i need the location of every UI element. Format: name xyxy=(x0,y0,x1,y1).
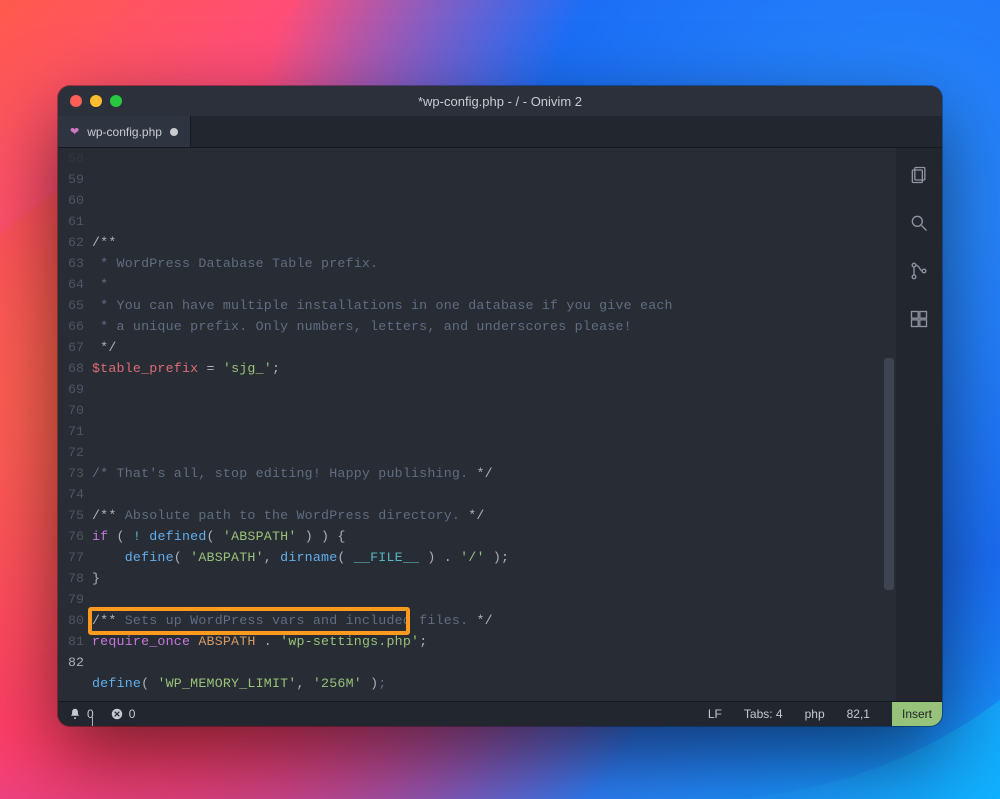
line-number: 82 xyxy=(58,652,84,673)
code-line: * You can have multiple installations in… xyxy=(92,295,882,316)
line-number: 61 xyxy=(58,211,84,232)
code-line xyxy=(92,484,882,505)
line-number: 68 xyxy=(58,358,84,379)
line-number: 80 xyxy=(58,610,84,631)
line-number: 69 xyxy=(58,379,84,400)
code-line: } xyxy=(92,568,882,589)
vertical-scrollbar[interactable] xyxy=(882,148,896,701)
minimize-icon[interactable] xyxy=(90,95,102,107)
files-icon[interactable] xyxy=(908,164,930,186)
code-line: * xyxy=(92,274,882,295)
activity-bar xyxy=(896,148,942,701)
scrollbar-thumb[interactable] xyxy=(884,358,894,590)
code-line xyxy=(92,442,882,463)
code-line: /** xyxy=(92,232,882,253)
code-line: $table_prefix = 'sjg_'; xyxy=(92,358,882,379)
line-number: 77 xyxy=(58,547,84,568)
code-line: if ( ! defined( 'ABSPATH' ) ) { xyxy=(92,526,882,547)
editor-window: *wp-config.php - / - Onivim 2 ❤ wp-confi… xyxy=(58,86,942,726)
code-line: /** Sets up WordPress vars and included … xyxy=(92,610,882,631)
code-line: */ xyxy=(92,337,882,358)
code-line: * WordPress Database Table prefix. xyxy=(92,253,882,274)
editor-body: 5859606162636465666768697071727374757677… xyxy=(58,148,942,701)
line-number: 75 xyxy=(58,505,84,526)
code-line xyxy=(92,211,882,232)
code-line xyxy=(92,652,882,673)
line-number: 63 xyxy=(58,253,84,274)
code-content[interactable]: /** * WordPress Database Table prefix. *… xyxy=(92,148,882,701)
line-number: 64 xyxy=(58,274,84,295)
zoom-icon[interactable] xyxy=(110,95,122,107)
line-number: 73 xyxy=(58,463,84,484)
traffic-lights xyxy=(70,95,122,107)
line-number: 81 xyxy=(58,631,84,652)
code-line xyxy=(92,715,882,726)
tab-label: wp-config.php xyxy=(87,125,162,139)
source-control-icon[interactable] xyxy=(908,260,930,282)
code-line: define( 'WP_MEMORY_LIMIT', '256M' ); xyxy=(92,673,882,694)
line-number: 70 xyxy=(58,400,84,421)
line-number: 79 xyxy=(58,589,84,610)
line-number: 60 xyxy=(58,190,84,211)
line-number: 74 xyxy=(58,484,84,505)
window-title: *wp-config.php - / - Onivim 2 xyxy=(58,94,942,109)
code-line xyxy=(92,694,882,715)
line-number: 71 xyxy=(58,421,84,442)
tab-wp-config[interactable]: ❤ wp-config.php xyxy=(58,116,191,147)
code-line: * a unique prefix. Only numbers, letters… xyxy=(92,316,882,337)
line-number: 58 xyxy=(58,148,84,169)
tabbar: ❤ wp-config.php xyxy=(58,116,942,148)
line-number-gutter: 5859606162636465666768697071727374757677… xyxy=(58,148,92,701)
code-line: /** Absolute path to the WordPress direc… xyxy=(92,505,882,526)
search-icon[interactable] xyxy=(908,212,930,234)
code-line xyxy=(92,379,882,400)
extensions-icon[interactable] xyxy=(908,308,930,330)
text-cursor xyxy=(92,717,93,726)
titlebar[interactable]: *wp-config.php - / - Onivim 2 xyxy=(58,86,942,116)
line-number: 67 xyxy=(58,337,84,358)
code-line: /* That's all, stop editing! Happy publi… xyxy=(92,463,882,484)
code-line: define( 'ABSPATH', dirname( __FILE__ ) .… xyxy=(92,547,882,568)
bell-icon xyxy=(68,707,82,721)
editor-area[interactable]: 5859606162636465666768697071727374757677… xyxy=(58,148,896,701)
line-number: 66 xyxy=(58,316,84,337)
php-file-icon: ❤ xyxy=(70,125,79,138)
line-number: 65 xyxy=(58,295,84,316)
notifications-button[interactable]: 0 xyxy=(68,707,94,721)
code-line xyxy=(92,589,882,610)
tab-dirty-indicator-icon xyxy=(170,128,178,136)
editor-mode[interactable]: Insert xyxy=(892,702,942,727)
line-number: 62 xyxy=(58,232,84,253)
line-number: 76 xyxy=(58,526,84,547)
line-number: 78 xyxy=(58,568,84,589)
close-icon[interactable] xyxy=(70,95,82,107)
line-number: 72 xyxy=(58,442,84,463)
line-number: 59 xyxy=(58,169,84,190)
code-line xyxy=(92,400,882,421)
code-line xyxy=(92,421,882,442)
code-line: require_once ABSPATH . 'wp-settings.php'… xyxy=(92,631,882,652)
